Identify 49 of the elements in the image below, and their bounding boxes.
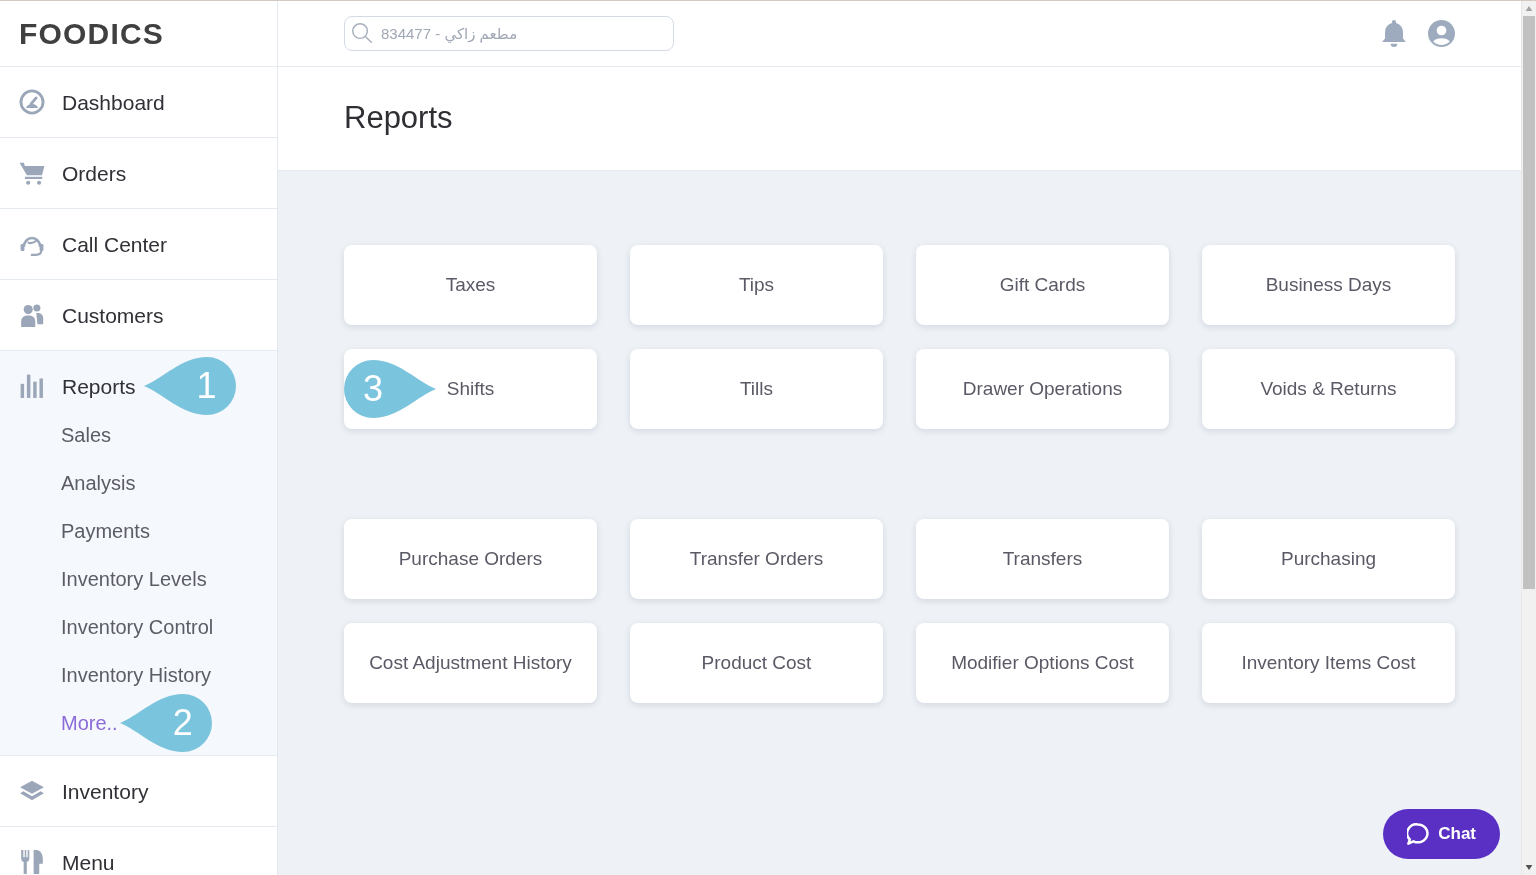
report-card[interactable]: Drawer Operations [916,349,1169,429]
submenu-link[interactable]: Inventory Control [61,612,214,642]
scrollbar-thumb[interactable] [1523,16,1535,589]
report-card[interactable]: Modifier Options Cost [916,623,1169,703]
report-card[interactable]: Inventory Items Cost [1202,623,1455,703]
bar-chart-icon [19,373,45,399]
user-avatar-icon[interactable] [1428,20,1455,47]
logo-text: FOODICS [19,18,165,49]
callout-marker: 1 [143,357,236,415]
sidebar-item[interactable]: Inventory [19,778,149,804]
report-card[interactable]: Purchasing [1202,519,1455,599]
scrollbar[interactable] [1521,1,1536,875]
bell-icon[interactable] [1382,20,1406,47]
report-card[interactable]: Transfers [916,519,1169,599]
callout-marker: 2 [119,694,212,752]
submenu-link[interactable]: Inventory Levels [61,564,207,594]
report-card[interactable]: Product Cost [630,623,883,703]
sidebar-item[interactable]: Orders [19,160,127,186]
report-card[interactable]: Cost Adjustment History [344,623,597,703]
sidebar-item[interactable]: Dashboard [19,89,165,115]
report-card[interactable]: Tips [630,245,883,325]
users-icon [19,302,45,328]
report-card[interactable]: Gift Cards [916,245,1169,325]
submenu-link[interactable]: Inventory History [61,660,212,690]
report-card[interactable]: Transfer Orders [630,519,883,599]
submenu-link[interactable]: Sales [61,420,112,450]
submenu-link[interactable]: Payments [61,516,150,546]
scroll-down-arrow-icon[interactable] [1525,865,1533,870]
cart-icon [19,160,45,186]
utensils-icon [19,849,45,875]
scroll-up-arrow-icon[interactable] [1525,6,1533,11]
search-field[interactable]: 834477 - مطعم زاكي [344,16,674,51]
sidebar-item[interactable]: Reports [19,373,136,399]
report-card[interactable]: Tills [630,349,883,429]
chat-bubble-icon [1407,823,1430,845]
page-title: Reports [344,99,453,138]
sidebar-item[interactable]: Call Center [19,231,168,257]
sidebar-item[interactable]: Menu [19,849,115,875]
search-icon [352,23,372,43]
callout-marker: 3 [344,360,436,418]
report-card[interactable]: Voids & Returns [1202,349,1455,429]
gauge-icon [19,89,45,115]
submenu-link[interactable]: More.. [61,708,118,738]
chat-button[interactable]: Chat [1383,809,1500,859]
report-card[interactable]: Business Days [1202,245,1455,325]
report-card[interactable]: Purchase Orders [344,519,597,599]
report-card[interactable]: Taxes [344,245,597,325]
sidebar-item[interactable]: Customers [19,302,164,328]
submenu-link[interactable]: Analysis [61,468,136,498]
